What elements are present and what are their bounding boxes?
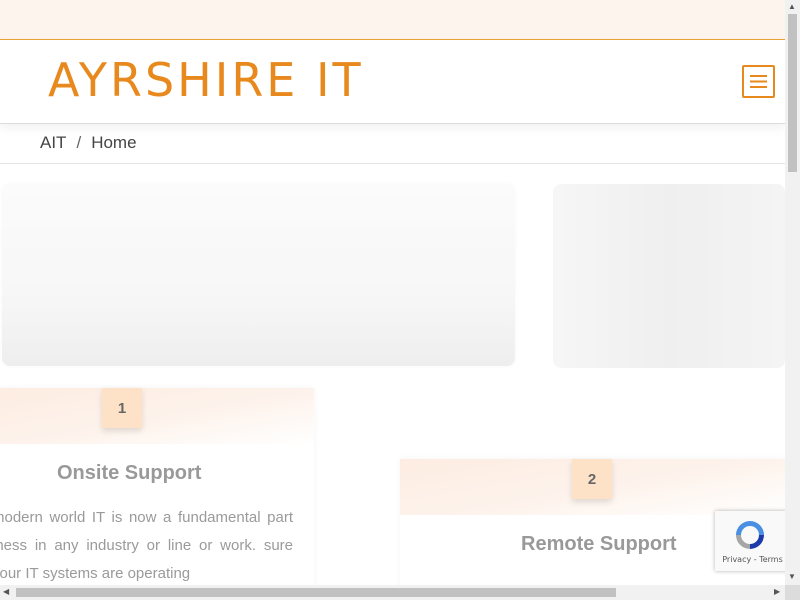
recaptcha-icon [736,521,764,549]
hamburger-icon [750,75,767,88]
service-card-onsite: 1 Onsite Support modern world IT is now … [0,388,314,598]
breadcrumb-divider [0,163,785,164]
service-description: modern world IT is now a fundamental par… [0,509,293,582]
breadcrumb-separator: / [76,133,82,152]
breadcrumb: AIT / Home [40,133,137,153]
breadcrumb-item-home: Home [91,133,137,152]
breadcrumb-item-ait[interactable]: AIT [40,133,66,152]
site-header: AYRSHIRE IT [0,40,785,124]
card-band [0,388,314,444]
scroll-right-icon[interactable]: ▶ [774,587,780,596]
recaptcha-links[interactable]: Privacy - Terms [715,555,790,564]
service-number-badge: 1 [102,388,142,428]
hero-image-right [553,184,785,368]
service-title: Remote Support [521,533,677,555]
scrollbar-corner [785,585,800,600]
top-bar [0,0,785,40]
hero-image-left [2,184,515,366]
service-number-badge: 2 [572,459,612,499]
hero-images [0,184,785,368]
site-logo[interactable]: AYRSHIRE IT [48,50,364,110]
scroll-down-icon[interactable]: ▼ [788,572,796,581]
menu-button[interactable] [742,65,775,98]
horizontal-scroll-thumb[interactable] [16,588,616,597]
horizontal-scrollbar[interactable]: ◀ ▶ [0,585,785,600]
scroll-up-icon[interactable]: ▲ [788,2,796,11]
vertical-scroll-thumb[interactable] [788,14,797,172]
vertical-scrollbar[interactable]: ▲ ▼ [785,0,800,585]
service-title: Onsite Support [57,462,202,484]
scroll-left-icon[interactable]: ◀ [3,587,9,596]
